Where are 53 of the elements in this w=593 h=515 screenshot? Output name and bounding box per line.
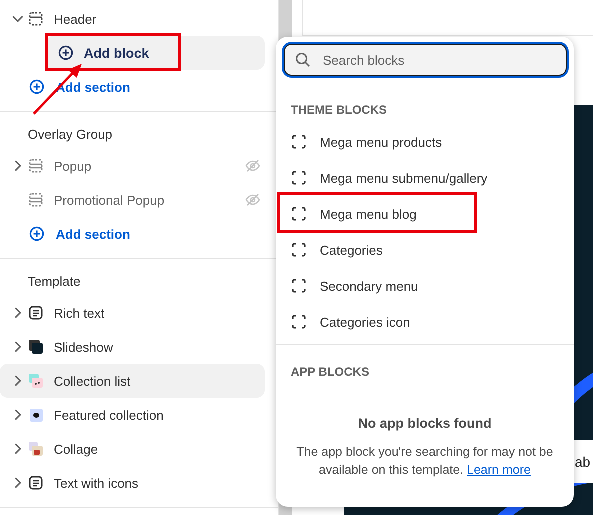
thumbnail-icon [28,407,44,423]
add-section-link[interactable]: Add section [0,217,278,251]
empty-state-title: No app blocks found [358,416,492,430]
block-icon [292,135,306,149]
section-item[interactable]: Rich text [0,296,265,330]
section-item[interactable]: Slideshow [0,330,265,364]
block-option[interactable]: Categories icon [276,304,574,340]
learn-more-link[interactable]: Learn more [467,463,531,477]
block-icon [292,315,306,329]
add-icon [29,226,45,242]
section-item[interactable]: Collection list [0,364,265,398]
block-icon [292,243,306,257]
group-title: Overlay Group [28,126,113,142]
section-item[interactable]: Header [0,2,265,36]
block-option[interactable]: Mega menu products [276,124,574,160]
block-icon [292,207,306,221]
thumbnail-icon [28,339,44,355]
group-title: Template [28,274,81,288]
section-item[interactable]: Promotional Popup [0,183,265,217]
section-heading: THEME BLOCKS [291,103,387,117]
section-item[interactable]: Collage [0,432,265,466]
thumbnail-icon [28,441,44,457]
chevron-icon[interactable] [12,409,24,421]
chevron-icon[interactable] [12,341,24,353]
search-field[interactable]: Search blocks [284,44,567,76]
search-icon [295,52,311,68]
section-heading: APP BLOCKS [291,365,370,379]
chevron-icon[interactable] [12,307,24,319]
section-item[interactable]: Popup [0,149,265,183]
block-icon [292,171,306,185]
chevron-icon[interactable] [12,160,24,172]
stacked-section-icon [28,158,44,174]
block-option[interactable]: Categories [276,232,574,268]
chevron-icon[interactable] [12,477,24,489]
block-option[interactable]: Mega menu submenu/gallery [276,160,574,196]
preview-text: ab [575,454,591,470]
header-section-icon [28,11,44,27]
section-item[interactable]: Text with icons [0,466,265,500]
add-icon [58,45,74,61]
block-option[interactable]: Secondary menu [276,268,574,304]
add-block-button[interactable]: Add block [46,36,265,70]
chevron-icon[interactable] [12,13,24,25]
empty-state-text: The app block you're searching for may not be available on this template. Learn more [296,444,554,479]
text-section-icon [28,305,44,321]
chevron-icon[interactable] [12,443,24,455]
chevron-icon[interactable] [12,375,24,387]
text-section-icon [28,475,44,491]
stacked-section-icon [28,192,44,208]
thumbnail-icon [28,373,44,389]
block-option[interactable]: Mega menu blog [276,196,574,232]
block-icon [292,279,306,293]
add-icon [29,79,45,95]
section-item[interactable]: Featured collection [0,398,265,432]
